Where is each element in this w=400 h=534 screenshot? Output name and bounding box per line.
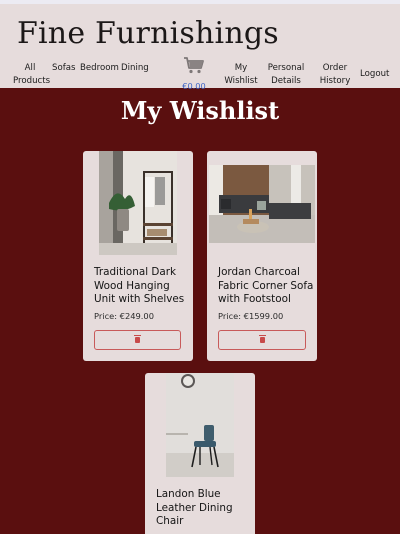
brand-logo[interactable]: Fine Furnishings (17, 16, 279, 51)
trash-icon (134, 335, 141, 343)
wishlist-card: Landon Blue Leather Dining Chair (145, 373, 255, 534)
shopping-cart-icon (184, 57, 204, 74)
wishlist-card: Traditional Dark Wood Hanging Unit with … (83, 151, 193, 361)
remove-from-wishlist-button[interactable] (218, 330, 306, 350)
product-image[interactable] (209, 165, 315, 243)
corner-sofa-image (209, 165, 315, 243)
nav-logout[interactable]: Logout (360, 68, 389, 81)
product-name[interactable]: Traditional Dark Wood Hanging Unit with … (94, 266, 188, 307)
trash-icon (258, 335, 266, 343)
product-name[interactable]: Jordan Charcoal Fabric Corner Sofa with … (218, 266, 314, 307)
cart-button[interactable] (181, 56, 207, 74)
site-header: Fine Furnishings All Products Sofas Bedr… (0, 0, 400, 91)
dining-chair-image (166, 373, 234, 477)
product-price: Price: €249.00 (94, 311, 154, 321)
nav-my-wishlist[interactable]: My Wishlist (224, 62, 258, 87)
nav-all-products[interactable]: All Products (13, 62, 50, 87)
product-name[interactable]: Landon Blue Leather Dining Chair (156, 488, 236, 529)
wishlist-card: Jordan Charcoal Fabric Corner Sofa with … (207, 151, 317, 361)
nav-order-history[interactable]: Order History (318, 62, 352, 87)
nav-personal-details[interactable]: Personal Details (267, 62, 305, 87)
nav-dining[interactable]: Dining (121, 62, 149, 75)
page-title: My Wishlist (120, 96, 280, 125)
product-image[interactable] (166, 373, 234, 477)
product-price: Price: €1599.00 (218, 311, 284, 321)
nav-bedroom[interactable]: Bedroom (80, 62, 119, 75)
product-image[interactable] (99, 151, 177, 255)
cart-total[interactable]: €0.00 (178, 81, 210, 91)
nav-sofas[interactable]: Sofas (52, 62, 75, 75)
remove-from-wishlist-button[interactable] (94, 330, 181, 350)
hanging-unit-image (99, 151, 177, 255)
